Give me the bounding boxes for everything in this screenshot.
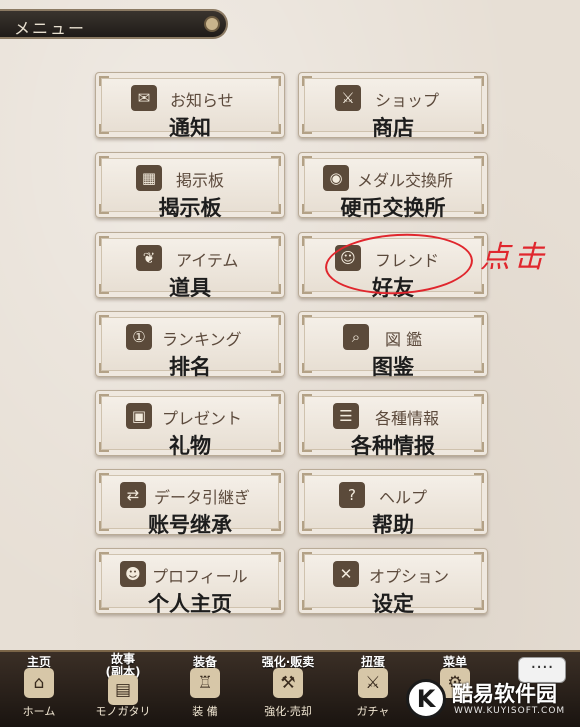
book-icon: ▤ xyxy=(108,675,138,705)
armor-icon: ♖ xyxy=(190,668,220,698)
options-label-cn: 设定 xyxy=(372,592,414,616)
items-button[interactable]: ❦ アイテム 道具 xyxy=(95,232,285,300)
home-icon: ⌂ xyxy=(24,668,54,698)
watermark-url: WWW.KUYISOFT.COM xyxy=(454,706,566,716)
click-annotation: 点击 xyxy=(480,240,548,275)
data-transfer-label-jp: データ引継ぎ xyxy=(154,488,251,507)
anvil-icon: ⚒ xyxy=(273,668,303,698)
medal-icon: ◉ xyxy=(323,165,349,191)
profile-label-cn: 个人主页 xyxy=(148,592,232,616)
presents-button[interactable]: ▣ プレゼント 礼物 xyxy=(95,390,285,458)
help-icon: ? xyxy=(339,482,365,508)
options-label-jp: オプション xyxy=(369,567,450,586)
bulletin-board-button[interactable]: ▦ 掲示板 揭示板 xyxy=(95,152,285,220)
watermark-text: 酷易软件园 xyxy=(452,682,557,706)
encyclopedia-label-jp: 図 鑑 xyxy=(385,330,423,349)
treasure-chest-icon: ▣ xyxy=(126,403,152,429)
help-label-cn: 帮助 xyxy=(372,513,414,537)
notification-button[interactable]: ✉ お知らせ 通知 xyxy=(95,72,285,140)
profile-icon: ☻ xyxy=(120,561,146,587)
transfer-icon: ⇄ xyxy=(120,482,146,508)
encyclopedia-button[interactable]: ⌕ 図 鑑 图鉴 xyxy=(298,311,488,379)
nav-equipment[interactable]: 装备 ♖ 装 備 xyxy=(172,653,238,719)
data-transfer-label-cn: 账号继承 xyxy=(148,513,232,537)
book-magnifier-icon: ⌕ xyxy=(343,324,369,350)
bulletin-board-label-jp: 掲示板 xyxy=(176,171,225,190)
butterfly-icon: ❦ xyxy=(136,245,162,271)
watermark: K 酷易软件园 WWW.KUYISOFT.COM xyxy=(406,676,576,724)
info-list-icon: ☰ xyxy=(333,403,359,429)
tools-icon: ✕ xyxy=(333,561,359,587)
profile-label-jp: プロフィール xyxy=(152,567,248,586)
information-label-cn: 各种情报 xyxy=(351,434,435,458)
notification-label-cn: 通知 xyxy=(169,116,211,140)
options-button[interactable]: ✕ オプション 设定 xyxy=(298,548,488,616)
nav-gacha[interactable]: 扭蛋 ⚔ ガチャ xyxy=(340,653,406,719)
bulletin-board-label-cn: 揭示板 xyxy=(158,196,222,220)
notification-label-jp: お知らせ xyxy=(170,91,234,110)
menu-header-bar: メニュー xyxy=(0,9,228,39)
nav-enhance-sell[interactable]: 强化·贩卖 ⚒ 強化·売却 xyxy=(255,653,321,719)
ranking-button[interactable]: ① ランキング 排名 xyxy=(95,311,285,379)
information-label-jp: 各種情報 xyxy=(375,409,440,428)
data-transfer-button[interactable]: ⇄ データ引継ぎ 账号继承 xyxy=(95,469,285,537)
medal-exchange-label-cn: 硬币交换所 xyxy=(340,196,446,220)
nav-story-label-jp: モノガタリ xyxy=(95,705,151,718)
nav-story[interactable]: 故事 (副本) ▤ モノガタリ xyxy=(90,653,156,719)
nav-gacha-label-jp: ガチャ xyxy=(356,705,390,718)
envelope-icon: ✉ xyxy=(131,85,157,111)
medal-exchange-label-jp: メダル交換所 xyxy=(357,171,454,190)
presents-label-jp: プレゼント xyxy=(162,409,243,428)
items-label-cn: 道具 xyxy=(169,276,211,300)
watermark-logo-icon: K xyxy=(406,679,446,719)
nav-home-label-jp: ホーム xyxy=(22,705,56,718)
presents-label-cn: 礼物 xyxy=(169,434,211,458)
ranking-label-cn: 排名 xyxy=(169,355,211,379)
nav-enhance-sell-label-jp: 強化·売却 xyxy=(264,705,312,718)
nav-home[interactable]: 主页 ⌂ ホーム xyxy=(6,653,72,719)
profile-button[interactable]: ☻ プロフィール 个人主页 xyxy=(95,548,285,616)
ranking-label-jp: ランキング xyxy=(162,330,242,349)
ornament-icon xyxy=(204,16,220,32)
encyclopedia-label-cn: 图鉴 xyxy=(372,355,414,379)
crossed-swords-icon: ⚔ xyxy=(358,668,388,698)
shop-button[interactable]: ⚔ ショップ 商店 xyxy=(298,72,488,140)
information-button[interactable]: ☰ 各種情報 各种情报 xyxy=(298,390,488,458)
medal-exchange-button[interactable]: ◉ メダル交換所 硬币交换所 xyxy=(298,152,488,220)
help-button[interactable]: ? ヘルプ 帮助 xyxy=(298,469,488,537)
shop-icon: ⚔ xyxy=(335,85,361,111)
ranking-icon: ① xyxy=(126,324,152,350)
help-label-jp: ヘルプ xyxy=(379,488,428,507)
shop-label-jp: ショップ xyxy=(375,91,440,110)
items-label-jp: アイテム xyxy=(176,251,239,270)
shop-label-cn: 商店 xyxy=(372,116,414,140)
page-title: メニュー xyxy=(14,19,87,38)
nav-equipment-label-jp: 装 備 xyxy=(192,705,218,718)
board-icon: ▦ xyxy=(136,165,162,191)
